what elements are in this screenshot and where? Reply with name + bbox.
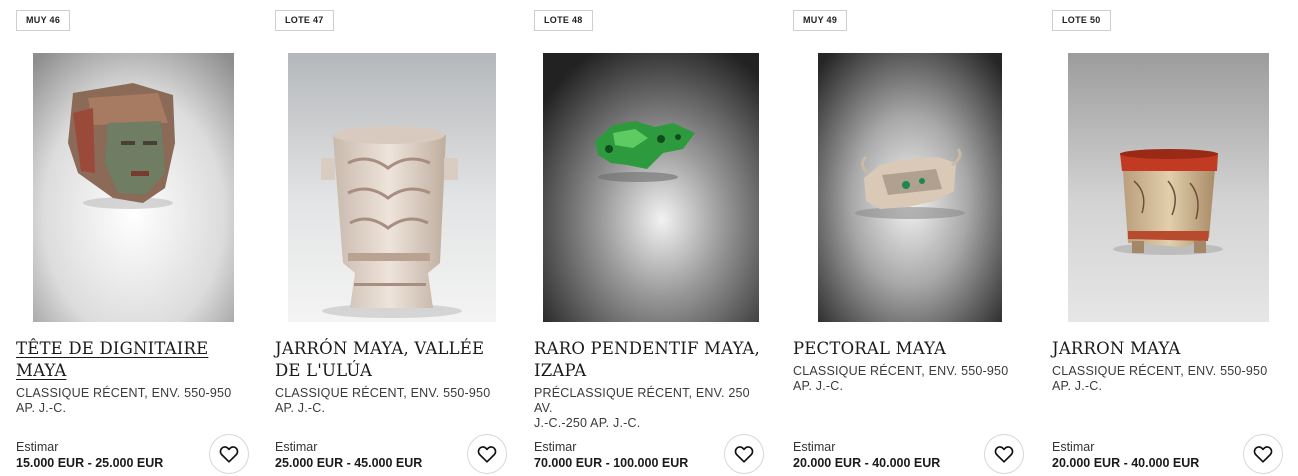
lot-title[interactable]: RARO PENDENTIF MAYA, IZAPA	[534, 338, 774, 382]
lot-period: CLASSIQUE RÉCENT, ENV. 550-950 AP. J.-C.	[275, 386, 511, 416]
lot-image[interactable]	[1068, 53, 1269, 322]
lot-title-line[interactable]: JARRÓN MAYA, VALLÉE	[275, 339, 484, 358]
lot-image[interactable]	[33, 53, 234, 322]
lot-period-line: AP. J.-C.	[1052, 379, 1103, 393]
favorite-button[interactable]	[209, 434, 249, 474]
favorite-button[interactable]	[467, 434, 507, 474]
lot-card[interactable]: LOTE 47 JARRÓN MAYA, VALLÉE DE L'ULÚA CL…	[275, 0, 533, 476]
lot-period-line: AP. J.-C.	[275, 401, 326, 415]
lot-title-line[interactable]: JARRON MAYA	[1052, 339, 1180, 358]
estimate-label: Estimar	[793, 440, 836, 454]
estimate-value: 15.000 EUR - 25.000 EUR	[16, 456, 164, 470]
heart-icon	[219, 446, 239, 463]
lot-period: CLASSIQUE RÉCENT, ENV. 550-950 AP. J.-C.	[16, 386, 252, 416]
lot-period-line: CLASSIQUE RÉCENT, ENV. 550-950	[1052, 364, 1268, 378]
lot-number-badge: MUY 46	[16, 10, 71, 31]
estimate-value: 20.000 EUR - 40.000 EUR	[1052, 456, 1200, 470]
lot-card[interactable]: LOTE 48 RARO PENDENTIF MAYA, IZAPA PRÉCL…	[534, 0, 792, 476]
lot-period-line: CLASSIQUE RÉCENT, ENV. 550-950	[275, 386, 491, 400]
estimate-label: Estimar	[1052, 440, 1095, 454]
lot-title-line[interactable]: MAYA	[16, 361, 66, 380]
lot-image[interactable]	[288, 53, 496, 322]
heart-icon	[1253, 446, 1273, 463]
lot-title[interactable]: TÊTE DE DIGNITAIRE MAYA	[16, 338, 256, 382]
lot-title-line[interactable]: TÊTE DE DIGNITAIRE	[16, 339, 208, 358]
lot-number-badge: LOTE 50	[1052, 10, 1111, 31]
favorite-button[interactable]	[984, 434, 1024, 474]
lot-period: CLASSIQUE RÉCENT, ENV. 550-950 AP. J.-C.	[1052, 364, 1288, 394]
estimate-value: 70.000 EUR - 100.000 EUR	[534, 456, 689, 470]
lot-title[interactable]: JARRÓN MAYA, VALLÉE DE L'ULÚA	[275, 338, 515, 382]
lot-period-line: J.-C.-250 AP. J.-C.	[534, 416, 641, 430]
lot-title[interactable]: JARRON MAYA	[1052, 338, 1292, 360]
estimate-label: Estimar	[534, 440, 577, 454]
favorite-button[interactable]	[724, 434, 764, 474]
lot-period: CLASSIQUE RÉCENT, ENV. 550-950 AP. J.-C.	[793, 364, 1029, 394]
heart-icon	[477, 446, 497, 463]
heart-icon	[994, 446, 1014, 463]
favorite-button[interactable]	[1243, 434, 1283, 474]
lot-image[interactable]	[818, 53, 1002, 322]
estimate-label: Estimar	[275, 440, 318, 454]
estimate-value: 25.000 EUR - 45.000 EUR	[275, 456, 423, 470]
lot-title-line[interactable]: PECTORAL MAYA	[793, 339, 946, 358]
lot-number-badge: MUY 49	[793, 10, 848, 31]
lot-period-line: AP. J.-C.	[16, 401, 67, 415]
lot-title-line[interactable]: DE L'ULÚA	[275, 361, 372, 380]
lot-number-badge: LOTE 47	[275, 10, 334, 31]
lot-title-line[interactable]: IZAPA	[534, 361, 586, 380]
lot-card[interactable]: MUY 46 TÊTE DE DIGNITAIRE MAYA CLASSIQUE…	[16, 0, 274, 476]
lot-number-badge: LOTE 48	[534, 10, 593, 31]
lot-image[interactable]	[543, 53, 759, 322]
estimate-label: Estimar	[16, 440, 59, 454]
lot-period: PRÉCLASSIQUE RÉCENT, ENV. 250 AV. J.-C.-…	[534, 386, 770, 431]
lot-title[interactable]: PECTORAL MAYA	[793, 338, 1033, 360]
lot-title-line[interactable]: RARO PENDENTIF MAYA,	[534, 339, 760, 358]
lot-period-line: CLASSIQUE RÉCENT, ENV. 550-950	[793, 364, 1009, 378]
estimate-value: 20.000 EUR - 40.000 EUR	[793, 456, 941, 470]
lot-card[interactable]: MUY 49 PECTORAL MAYA CLASSIQUE RÉCENT, E…	[793, 0, 1051, 476]
lot-period-line: CLASSIQUE RÉCENT, ENV. 550-950	[16, 386, 232, 400]
lot-card[interactable]: LOTE 50 JARRON MAYA CLASSIQUE RÉCENT, EN…	[1052, 0, 1298, 476]
heart-icon	[734, 446, 754, 463]
lot-period-line: PRÉCLASSIQUE RÉCENT, ENV. 250 AV.	[534, 386, 750, 415]
lot-period-line: AP. J.-C.	[793, 379, 844, 393]
